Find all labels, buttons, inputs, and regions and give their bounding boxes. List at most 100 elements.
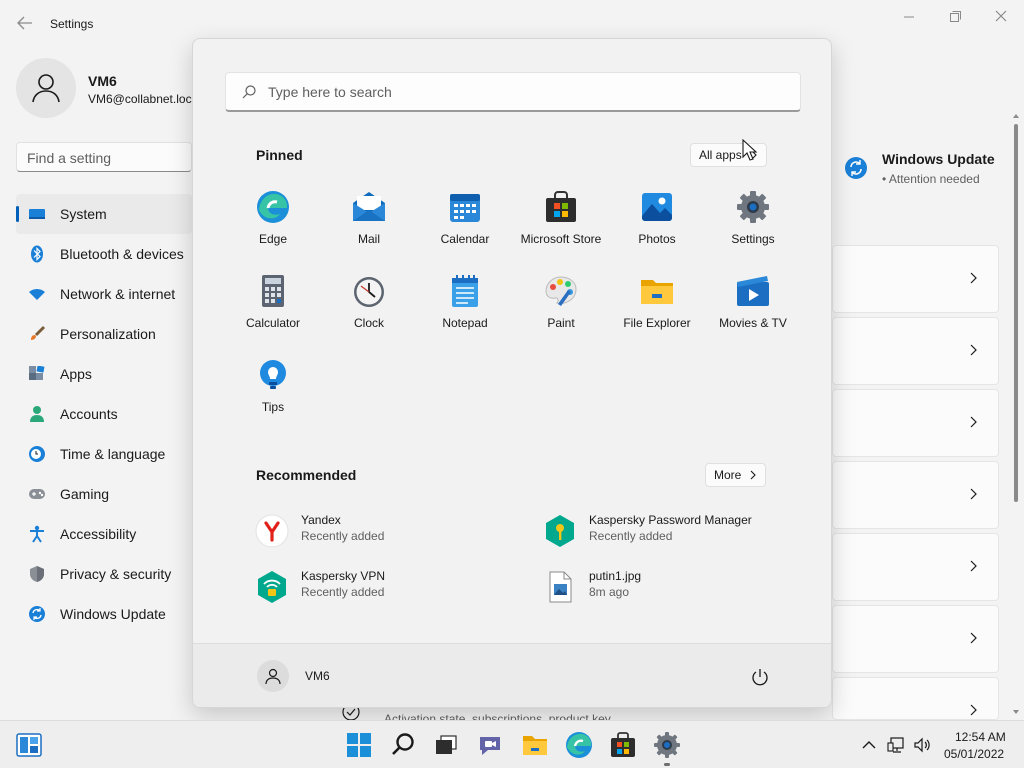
shield-icon (28, 565, 46, 583)
more-button[interactable]: More (705, 463, 767, 487)
monitor-icon (28, 205, 46, 223)
recommended-detail: Recently added (589, 529, 673, 543)
chevron-right-icon (970, 416, 977, 428)
restore-icon[interactable] (940, 6, 970, 28)
settings-card[interactable] (832, 605, 999, 673)
kaspersky-password-icon (546, 515, 574, 547)
nav-item-windows-update[interactable]: Windows Update (16, 594, 192, 634)
start-search-box[interactable] (225, 72, 801, 112)
recommended-detail: 8m ago (589, 585, 630, 599)
chevron-right-icon (970, 560, 977, 572)
pinned-title: Pinned (256, 147, 303, 163)
nav-item-bluetooth[interactable]: Bluetooth & devices (16, 234, 192, 274)
app-label: Notepad (442, 316, 488, 330)
recommended-item-yandex[interactable]: Yandex Recently added (249, 504, 537, 560)
pinned-app-paint[interactable]: Paint (513, 268, 609, 352)
person-icon (32, 74, 60, 103)
find-setting-input[interactable]: Find a setting (16, 142, 192, 172)
pinned-app-tips[interactable]: Tips (225, 352, 321, 436)
pinned-app-calculator[interactable]: Calculator (225, 268, 321, 352)
chevron-right-icon (970, 632, 977, 644)
pinned-app-file-explorer[interactable]: File Explorer (609, 268, 705, 352)
settings-card[interactable] (832, 461, 999, 529)
nav-item-accessibility[interactable]: Accessibility (16, 514, 192, 554)
nav-item-personalization[interactable]: Personalization (16, 314, 192, 354)
minimize-icon[interactable] (894, 6, 924, 28)
nav-item-system[interactable]: System (16, 194, 192, 234)
chevron-right-icon (970, 272, 977, 284)
scrollbar[interactable] (1012, 112, 1020, 718)
recommended-detail: Recently added (301, 585, 385, 599)
settings-nav: System Bluetooth & devices Network & int… (16, 194, 192, 634)
nav-item-label: Apps (60, 366, 92, 382)
nav-item-gaming[interactable]: Gaming (16, 474, 192, 514)
pinned-app-notepad[interactable]: Notepad (417, 268, 513, 352)
search-icon[interactable] (389, 731, 417, 759)
recommended-name: Kaspersky Password Manager (589, 513, 752, 527)
recommended-name: putin1.jpg (589, 569, 642, 583)
recommended-item-putin1-jpg[interactable]: putin1.jpg 8m ago (537, 560, 777, 616)
close-icon[interactable] (986, 6, 1016, 28)
settings-card[interactable] (832, 389, 999, 457)
chat-icon[interactable] (476, 731, 504, 759)
active-app-indicator (664, 763, 670, 766)
clock-icon (354, 277, 384, 307)
settings-card[interactable] (832, 533, 999, 601)
back-arrow-icon[interactable] (14, 12, 36, 34)
folder-icon (641, 280, 673, 304)
store-icon[interactable] (609, 731, 637, 759)
app-label: Paint (547, 316, 575, 330)
recommended-item-kaspersky-password-manager[interactable]: Kaspersky Password Manager Recently adde… (537, 504, 777, 560)
app-label: Tips (261, 400, 285, 414)
file-explorer-icon[interactable] (521, 731, 549, 759)
app-label: Calendar (440, 232, 490, 246)
pinned-app-microsoft-store[interactable]: Microsoft Store (513, 184, 609, 268)
app-label: Mail (357, 232, 380, 246)
widgets-icon[interactable] (16, 733, 42, 757)
recommended-detail: Recently added (301, 529, 385, 543)
scroll-up-icon[interactable] (1012, 112, 1020, 120)
power-icon[interactable] (749, 666, 771, 688)
chevron-up-icon[interactable] (859, 735, 879, 755)
pinned-app-edge[interactable]: Edge (225, 184, 321, 268)
clock-date[interactable]: 05/01/2022 (944, 747, 1004, 761)
profile-avatar[interactable] (16, 58, 76, 118)
app-label: File Explorer (623, 316, 691, 330)
clock-time[interactable]: 12:54 AM (955, 730, 1006, 744)
yandex-icon (255, 514, 289, 548)
nav-item-network[interactable]: Network & internet (16, 274, 192, 314)
recommended-name: Yandex (301, 513, 341, 527)
taskbar: 12:54 AM 05/01/2022 (0, 720, 1024, 768)
settings-card[interactable] (832, 245, 999, 313)
nav-item-apps[interactable]: Apps (16, 354, 192, 394)
edge-icon[interactable] (565, 731, 593, 759)
settings-gear-icon (737, 191, 769, 223)
start-icon[interactable] (345, 731, 373, 759)
start-search-input[interactable] (268, 73, 788, 111)
nav-item-label: System (60, 206, 107, 222)
brush-icon (28, 325, 46, 343)
scroll-thumb[interactable] (1014, 124, 1018, 502)
movies-icon (737, 276, 769, 306)
nav-item-time-language[interactable]: Time & language (16, 434, 192, 474)
chevron-right-icon (970, 488, 977, 500)
pinned-app-mail[interactable]: Mail (321, 184, 417, 268)
settings-icon[interactable] (653, 731, 681, 759)
network-icon[interactable] (886, 735, 906, 755)
scroll-down-icon[interactable] (1012, 708, 1020, 716)
update-icon (845, 157, 867, 179)
nav-item-accounts[interactable]: Accounts (16, 394, 192, 434)
nav-item-privacy[interactable]: Privacy & security (16, 554, 192, 594)
nav-item-label: Time & language (60, 446, 166, 462)
pinned-app-settings[interactable]: Settings (705, 184, 801, 268)
pinned-app-clock[interactable]: Clock (321, 268, 417, 352)
recommended-item-kaspersky-vpn[interactable]: Kaspersky VPN Recently added (249, 560, 537, 616)
pinned-app-photos[interactable]: Photos (609, 184, 705, 268)
volume-icon[interactable] (912, 735, 932, 755)
settings-card[interactable] (832, 317, 999, 385)
user-account-button[interactable]: VM6 (249, 658, 338, 694)
pinned-app-movies-tv[interactable]: Movies & TV (705, 268, 801, 352)
nav-item-label: Bluetooth & devices (60, 246, 184, 262)
pinned-app-calendar[interactable]: Calendar (417, 184, 513, 268)
task-view-icon[interactable] (432, 731, 460, 759)
